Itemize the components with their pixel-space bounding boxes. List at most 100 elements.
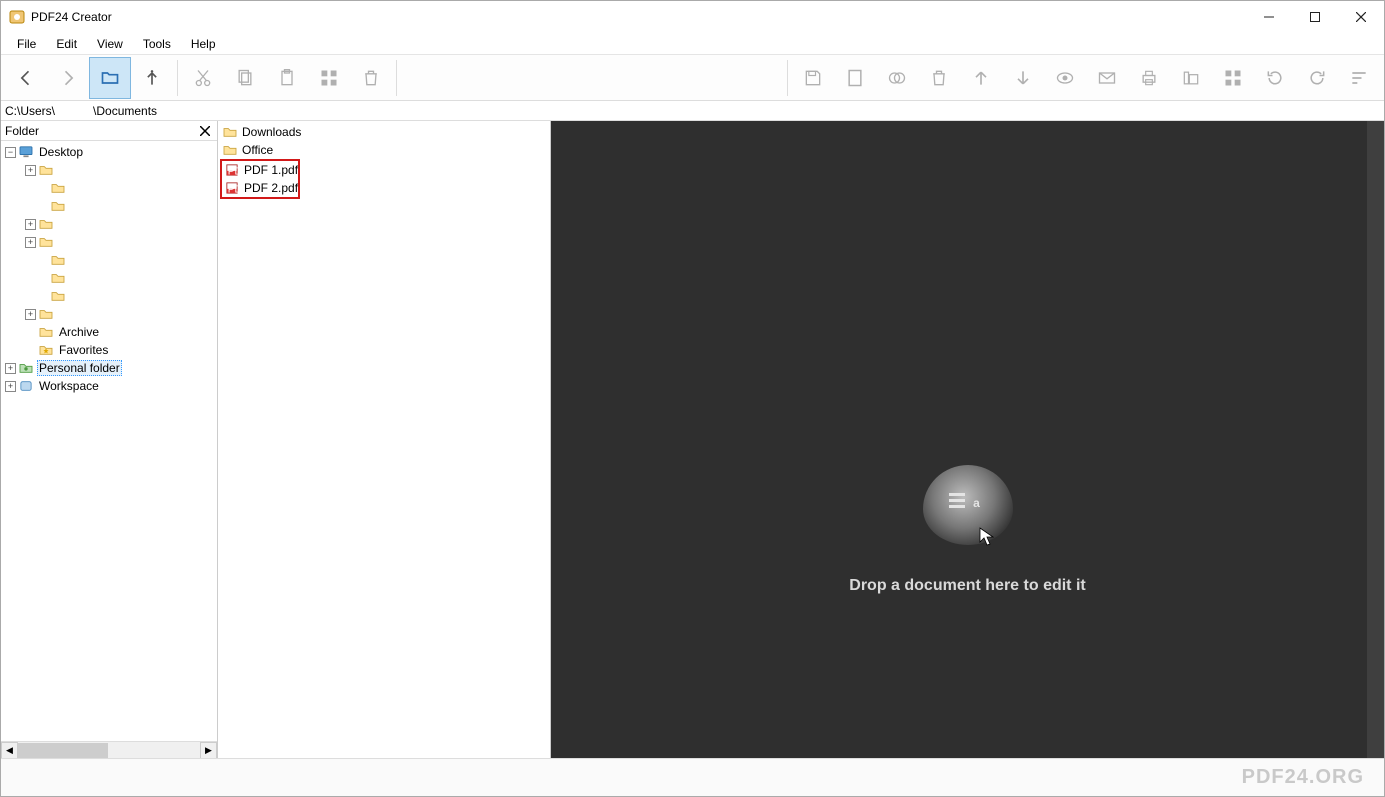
minimize-button[interactable] <box>1246 1 1292 33</box>
preview-button[interactable] <box>1044 57 1086 99</box>
menu-help[interactable]: Help <box>181 35 226 53</box>
paste-button[interactable] <box>266 57 308 99</box>
print-button[interactable] <box>1128 57 1170 99</box>
main-area: Folder − Desktop + + + + + + + + + + <box>1 121 1384 758</box>
star-folder-icon <box>38 343 54 357</box>
drop-logo-icon: a <box>923 465 1013 545</box>
path-right: \Documents <box>93 104 157 118</box>
file-list-pane[interactable]: Downloads Office PDF PDF 1.pdf PDF PDF 2… <box>218 121 551 758</box>
merge-button[interactable] <box>876 57 918 99</box>
svg-text:PDF: PDF <box>228 184 239 194</box>
folder-icon <box>50 181 66 195</box>
personal-folder-icon <box>18 361 34 375</box>
menu-edit[interactable]: Edit <box>46 35 87 53</box>
tree-horizontal-scrollbar[interactable]: ◀ ▶ <box>1 741 217 758</box>
thumbnails-button[interactable] <box>308 57 350 99</box>
tree-node-favorites[interactable]: + Favorites <box>1 341 217 359</box>
back-button[interactable] <box>5 57 47 99</box>
file-name: PDF 2.pdf <box>244 181 298 195</box>
pdf-icon: PDF <box>224 181 240 195</box>
file-name: Office <box>242 143 273 157</box>
drop-text: Drop a document here to edit it <box>849 577 1085 595</box>
expand-icon[interactable]: + <box>25 165 36 176</box>
delete-doc-button[interactable] <box>918 57 960 99</box>
brand-link[interactable]: PDF24.ORG <box>1242 766 1364 789</box>
tree-node-personal-folder[interactable]: + Personal folder <box>1 359 217 377</box>
scroll-thumb[interactable] <box>18 743 108 758</box>
menu-tools[interactable]: Tools <box>133 35 181 53</box>
cut-button[interactable] <box>182 57 224 99</box>
folder-tree[interactable]: − Desktop + + + + + + + + + + Archive + <box>1 141 217 741</box>
preview-drop-zone[interactable]: a Drop a document here to edit it <box>551 121 1384 758</box>
copy-button[interactable] <box>224 57 266 99</box>
status-bar: PDF24.ORG <box>1 758 1384 796</box>
folder-icon <box>38 325 54 339</box>
up-folder-button[interactable] <box>131 57 173 99</box>
tree-node-unnamed[interactable]: + <box>1 179 217 197</box>
tree-node-unnamed[interactable]: + <box>1 197 217 215</box>
maximize-button[interactable] <box>1292 1 1338 33</box>
folder-icon <box>222 143 238 157</box>
expand-icon[interactable]: + <box>5 381 16 392</box>
rotate-left-button[interactable] <box>1254 57 1296 99</box>
title-bar: PDF24 Creator <box>1 1 1384 33</box>
menu-view[interactable]: View <box>87 35 133 53</box>
tree-node-unnamed[interactable]: + <box>1 233 217 251</box>
forward-button[interactable] <box>47 57 89 99</box>
rotate-right-button[interactable] <box>1296 57 1338 99</box>
move-down-button[interactable] <box>1002 57 1044 99</box>
tree-label: Workspace <box>37 379 101 393</box>
preview-vertical-scrollbar[interactable] <box>1367 121 1384 758</box>
selection-highlight: PDF PDF 1.pdf PDF PDF 2.pdf <box>220 159 300 199</box>
tree-label: Favorites <box>57 343 110 357</box>
menu-bar: File Edit View Tools Help <box>1 33 1384 55</box>
file-list-item-pdf2[interactable]: PDF PDF 2.pdf <box>222 179 298 197</box>
new-blank-button[interactable] <box>834 57 876 99</box>
grid-view-button[interactable] <box>1212 57 1254 99</box>
workspace-icon <box>18 379 34 393</box>
tree-label: Personal folder <box>37 360 122 376</box>
fax-button[interactable] <box>1170 57 1212 99</box>
desktop-icon <box>18 145 34 159</box>
tree-node-unnamed[interactable]: + <box>1 305 217 323</box>
folder-icon <box>222 125 238 139</box>
tree-node-desktop[interactable]: − Desktop <box>1 143 217 161</box>
file-list-item-pdf1[interactable]: PDF PDF 1.pdf <box>222 161 298 179</box>
folder-icon <box>38 217 54 231</box>
delete-button[interactable] <box>350 57 392 99</box>
menu-file[interactable]: File <box>7 35 46 53</box>
folder-icon <box>38 307 54 321</box>
tree-label: Archive <box>57 325 101 339</box>
expand-icon[interactable]: + <box>25 309 36 320</box>
tree-node-unnamed[interactable]: + <box>1 269 217 287</box>
open-folder-button[interactable] <box>89 57 131 99</box>
path-bar[interactable]: C:\Users\ \Documents <box>1 101 1384 121</box>
window-title: PDF24 Creator <box>31 10 112 24</box>
save-button[interactable] <box>792 57 834 99</box>
expand-icon[interactable]: + <box>25 237 36 248</box>
email-button[interactable] <box>1086 57 1128 99</box>
file-list-folder[interactable]: Office <box>220 141 548 159</box>
folder-tree-close-button[interactable] <box>197 123 213 139</box>
path-left: C:\Users\ <box>5 104 55 118</box>
scroll-right-button[interactable]: ▶ <box>200 742 217 759</box>
expand-icon[interactable]: + <box>25 219 36 230</box>
close-button[interactable] <box>1338 1 1384 33</box>
app-icon <box>9 9 25 25</box>
folder-icon <box>38 235 54 249</box>
file-list-folder[interactable]: Downloads <box>220 123 548 141</box>
tree-node-unnamed[interactable]: + <box>1 251 217 269</box>
toolbar <box>1 55 1384 101</box>
folder-tree-header: Folder <box>1 121 217 141</box>
tree-node-unnamed[interactable]: + <box>1 215 217 233</box>
file-name: Downloads <box>242 125 301 139</box>
sort-button[interactable] <box>1338 57 1380 99</box>
expand-icon[interactable]: + <box>5 363 16 374</box>
scroll-left-button[interactable]: ◀ <box>1 742 18 759</box>
tree-node-workspace[interactable]: + Workspace <box>1 377 217 395</box>
collapse-icon[interactable]: − <box>5 147 16 158</box>
tree-node-archive[interactable]: + Archive <box>1 323 217 341</box>
move-up-button[interactable] <box>960 57 1002 99</box>
tree-node-unnamed[interactable]: + <box>1 161 217 179</box>
tree-node-unnamed[interactable]: + <box>1 287 217 305</box>
